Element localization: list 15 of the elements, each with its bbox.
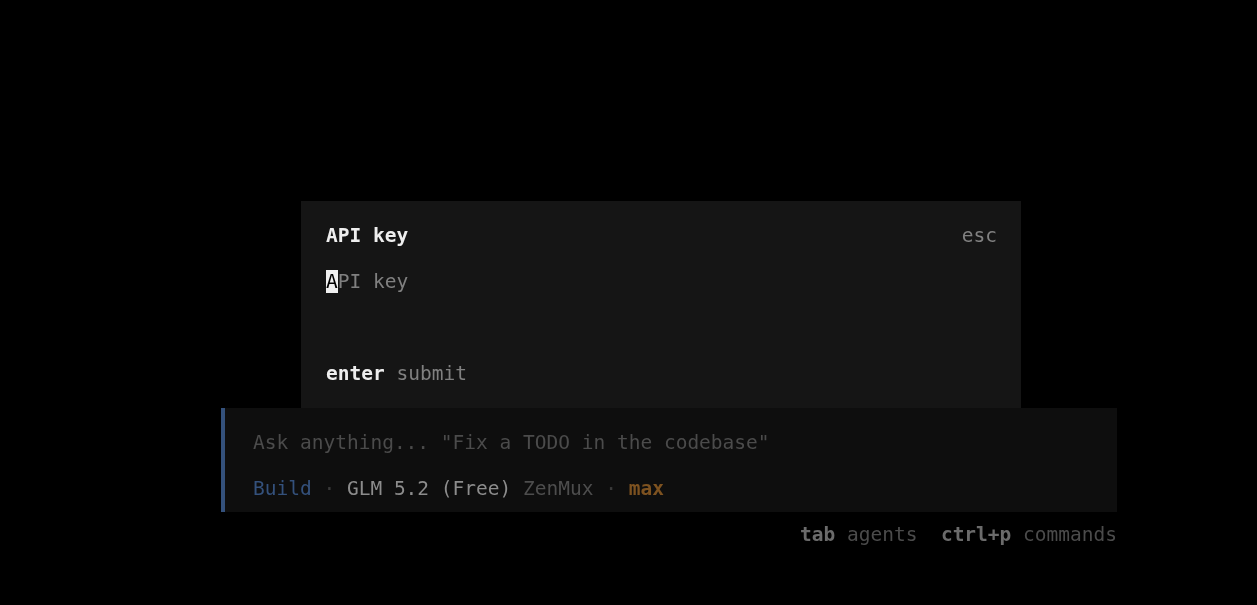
shortcut-key: tab [800, 523, 836, 546]
model-name: GLM 5.2 (Free) [346, 477, 512, 500]
close-hint[interactable]: esc [961, 224, 997, 247]
shortcut-key: enter [326, 362, 385, 385]
provider-name: ZenMux [523, 477, 594, 500]
variant-label: max [628, 477, 664, 500]
separator-dot: · [605, 477, 617, 500]
shortcut-label: submit [396, 362, 467, 385]
shortcut-label: agents [846, 523, 918, 546]
agent-name: Build [253, 477, 312, 500]
dialog-title: API key [326, 224, 409, 247]
shortcut-label: commands [1023, 523, 1117, 546]
prompt-input[interactable]: Ask anything... "Fix a TODO in the codebase" [253, 431, 1089, 454]
separator-dot: · [323, 477, 336, 500]
shortcut-key: ctrl+p [940, 523, 1012, 546]
